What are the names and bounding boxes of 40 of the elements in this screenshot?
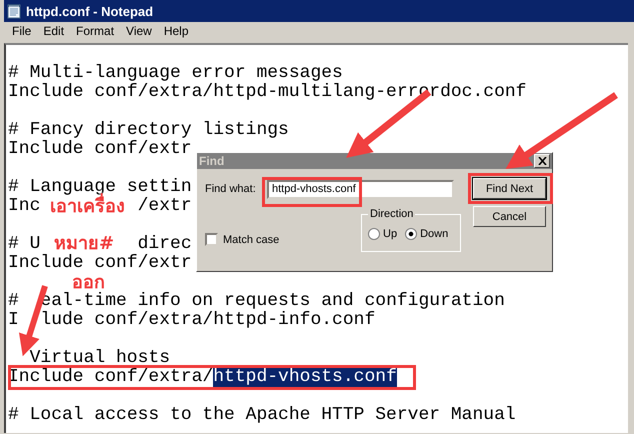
code-text: I <box>8 311 19 330</box>
dialog-button[interactable]: Cancel <box>473 206 546 227</box>
menu-item[interactable]: Format <box>70 24 120 38</box>
menu-item[interactable]: View <box>120 24 158 38</box>
code-text: Inc <box>8 197 40 216</box>
code-text: Include conf/extra/httpd-multilang-errordoc.conf <box>8 83 526 102</box>
menu-item[interactable]: Edit <box>37 24 70 38</box>
group-label: Direction <box>368 208 416 220</box>
code-text: Include conf/extr <box>8 140 192 159</box>
code-text: direc <box>138 235 192 254</box>
close-icon <box>538 157 546 165</box>
code-text: # U <box>8 235 40 254</box>
menu-item[interactable]: File <box>6 24 38 38</box>
code-text: lude conf/extra/httpd-info.conf <box>40 311 376 330</box>
code-text: eal-time info on requests and configuration <box>40 292 505 311</box>
annotation-text: ออก <box>72 271 105 293</box>
code-text: Virtual hosts <box>30 349 170 368</box>
checkbox-label: Match case <box>223 234 280 246</box>
match-case-checkbox[interactable] <box>205 233 218 246</box>
code-text: /extr <box>138 197 192 216</box>
window-title: httpd.conf - Notepad <box>26 4 154 18</box>
radio-label: Up <box>383 228 398 240</box>
radio-button[interactable] <box>405 228 418 240</box>
annotation-text: เอาเครื่อง <box>50 195 125 219</box>
annotation-text: หมาย# <box>54 232 114 254</box>
close-button[interactable] <box>534 154 550 168</box>
notepad-icon <box>6 3 22 19</box>
code-text: # Fancy directory listings <box>8 121 289 140</box>
radio-label: Down <box>420 228 448 240</box>
code-text: # <box>8 292 19 311</box>
code-text: # Local access to the Apache HTTP Server Manual <box>8 406 516 425</box>
code-text: Include conf/extra/httpd-vhosts.conf <box>8 368 397 387</box>
code-text: Include conf/extr <box>8 254 192 273</box>
code-text: # Multi-language error messages <box>8 64 343 83</box>
menu-item[interactable]: Help <box>158 24 195 38</box>
dialog-button[interactable]: Find Next <box>473 178 546 199</box>
dialog-title: Find <box>199 154 224 168</box>
find-label: Find what: <box>205 183 257 195</box>
find-field[interactable]: httpd-vhosts.conf <box>267 180 454 198</box>
radio-button[interactable] <box>368 228 380 240</box>
